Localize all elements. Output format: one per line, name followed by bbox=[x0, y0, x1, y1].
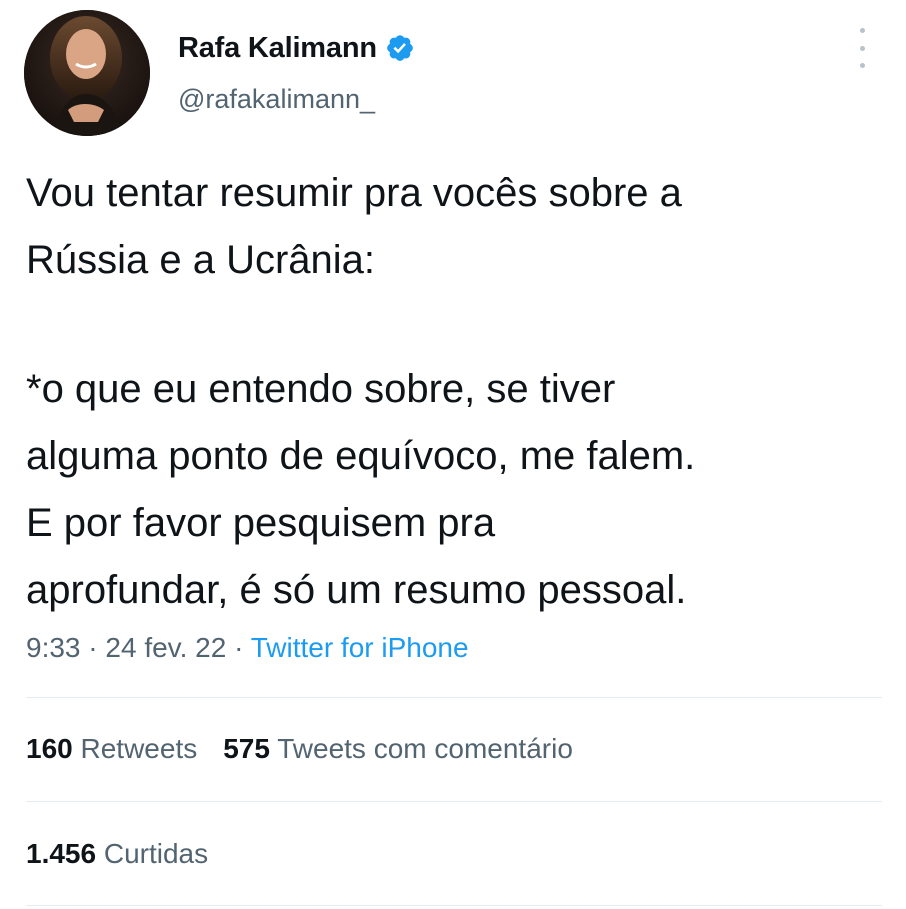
quote-tweets-stat[interactable]: 575 Tweets com comentário bbox=[223, 733, 573, 764]
verified-badge-icon bbox=[385, 33, 415, 63]
meta-separator: · bbox=[226, 632, 251, 663]
retweets-label: Retweets bbox=[80, 733, 198, 764]
author-display-name[interactable]: Rafa Kalimann bbox=[178, 32, 377, 65]
likes-count: 1.456 bbox=[26, 838, 97, 869]
more-options-icon[interactable] bbox=[850, 28, 874, 68]
likes-stats-row: 1.456 Curtidas bbox=[26, 838, 208, 870]
more-dot bbox=[859, 28, 865, 33]
tweet-date[interactable]: 24 fev. 22 bbox=[105, 632, 226, 663]
tweet-card: Rafa Kalimann @rafakalimann_ Vou tentar … bbox=[0, 0, 906, 909]
more-dot bbox=[859, 63, 865, 68]
divider bbox=[26, 905, 882, 906]
avatar[interactable] bbox=[24, 10, 150, 136]
divider bbox=[26, 801, 882, 802]
likes-label: Curtidas bbox=[103, 838, 209, 869]
tweet-paragraph-1: Vou tentar resumir pra vocês sobre a Rús… bbox=[26, 171, 682, 282]
retweets-count: 160 bbox=[26, 733, 73, 764]
tweet-source-link[interactable]: Twitter for iPhone bbox=[251, 632, 469, 663]
likes-stat[interactable]: 1.456 Curtidas bbox=[26, 838, 208, 869]
tweet-paragraph-2: *o que eu entendo sobre, se tiver alguma… bbox=[26, 367, 696, 612]
more-dot bbox=[859, 45, 865, 51]
quotes-count: 575 bbox=[223, 733, 270, 764]
author-handle[interactable]: @rafakalimann_ bbox=[178, 84, 375, 115]
retweets-stat[interactable]: 160 Retweets bbox=[26, 733, 197, 764]
quotes-label: Tweets com comentário bbox=[277, 733, 573, 764]
tweet-time[interactable]: 9:33 bbox=[26, 632, 81, 663]
author-name-row[interactable]: Rafa Kalimann bbox=[178, 30, 415, 66]
meta-separator: · bbox=[80, 632, 106, 663]
engagement-stats-row: 160 Retweets 575 Tweets com comentário bbox=[26, 733, 573, 765]
tweet-meta: 9:33 · 24 fev. 22 · Twitter for iPhone bbox=[26, 632, 469, 664]
avatar-image bbox=[24, 10, 150, 136]
divider bbox=[26, 697, 882, 698]
tweet-text: Vou tentar resumir pra vocês sobre a Rús… bbox=[26, 160, 886, 624]
